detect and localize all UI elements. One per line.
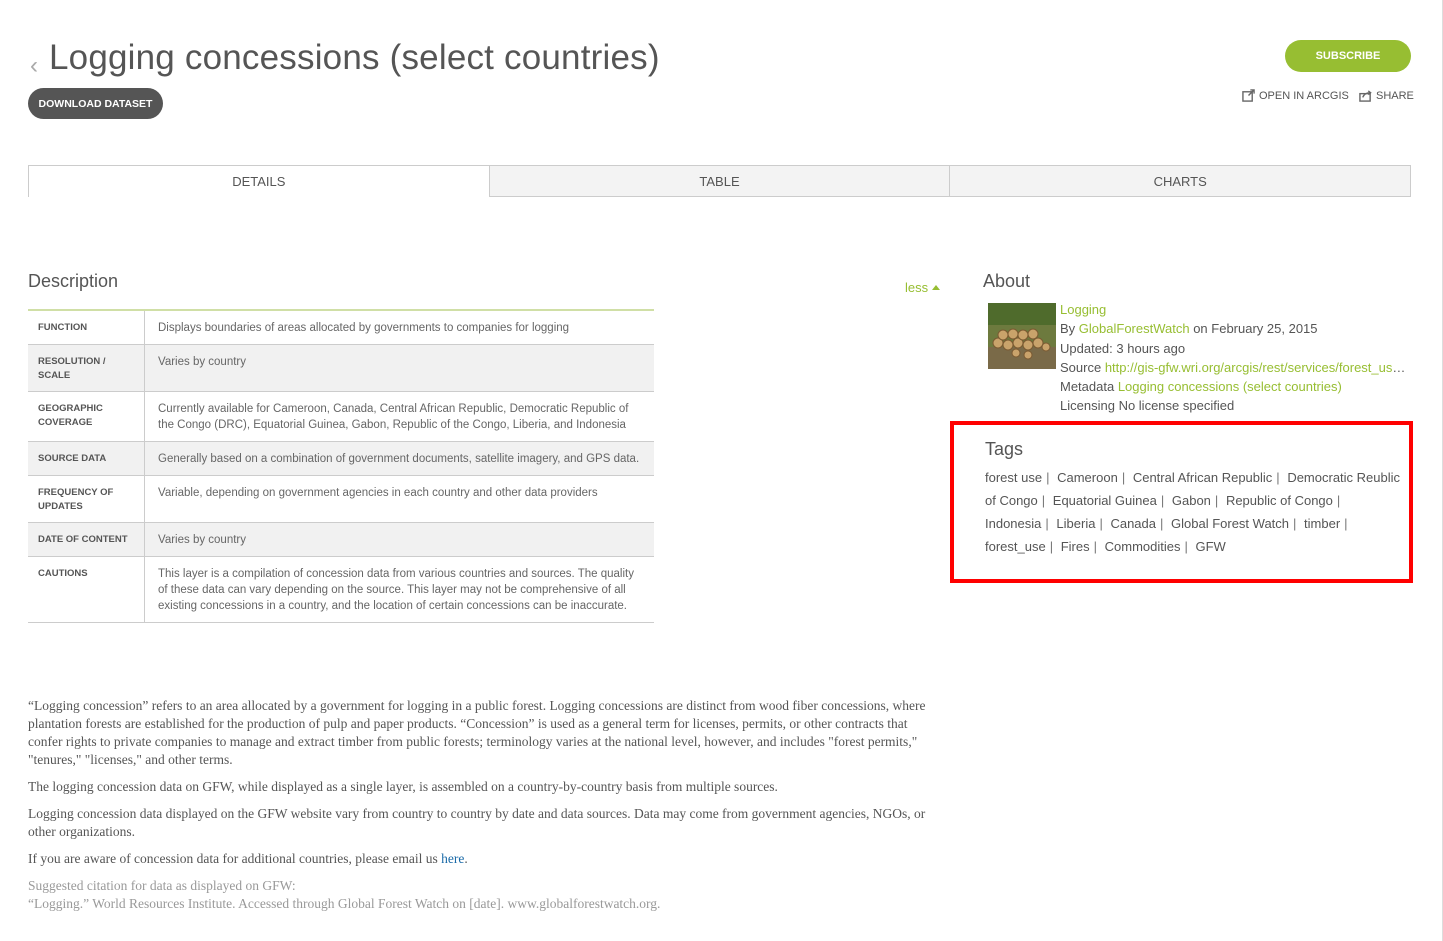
- tag-link[interactable]: Canada: [1110, 516, 1156, 531]
- open-in-arcgis-label: OPEN IN ARCGIS: [1259, 89, 1349, 102]
- tag-link[interactable]: Global Forest Watch: [1171, 516, 1289, 531]
- row-value: Varies by country: [144, 522, 654, 557]
- download-dataset-button[interactable]: DOWNLOAD DATASET: [28, 88, 163, 119]
- tab-details[interactable]: DETAILS: [28, 165, 490, 197]
- contact-paragraph: If you are aware of concession data for …: [28, 850, 933, 868]
- tag-link[interactable]: Indonesia: [985, 516, 1041, 531]
- row-value: Generally based on a combination of gove…: [144, 441, 654, 476]
- tab-bar: DETAILS TABLE CHARTS: [28, 165, 1412, 197]
- description-paragraph: Logging concession data displayed on the…: [28, 806, 926, 839]
- tag-separator: |: [1160, 516, 1164, 531]
- caret-up-icon: [931, 285, 940, 290]
- tag-separator: |: [1160, 493, 1165, 508]
- less-toggle-link[interactable]: less: [905, 280, 940, 295]
- updated-value: 3 hours ago: [1116, 340, 1186, 356]
- tag-link[interactable]: forest use: [985, 470, 1042, 485]
- row-value: Varies by country: [144, 344, 654, 392]
- tag-separator: |: [1276, 470, 1280, 485]
- share-icon: [1359, 90, 1372, 102]
- date-text: on February 25, 2015: [1193, 321, 1318, 337]
- table-row: CAUTIONS This layer is a compilation of …: [28, 556, 654, 623]
- metadata-link[interactable]: Logging concessions (select countries): [1118, 379, 1342, 394]
- tag-link[interactable]: Cameroon: [1057, 470, 1118, 485]
- tag-link[interactable]: Central African Republic: [1133, 470, 1272, 485]
- author-link[interactable]: GlobalForestWatch: [1079, 321, 1190, 336]
- tag-link[interactable]: Gabon: [1172, 493, 1211, 508]
- email-here-link[interactable]: here: [441, 851, 464, 866]
- description-table: FUNCTION Displays boundaries of areas al…: [28, 309, 654, 623]
- tag-separator: |: [1093, 539, 1097, 554]
- external-link-icon: [1242, 89, 1255, 102]
- contact-end: .: [464, 851, 468, 866]
- logs-thumbnail-image: [988, 303, 1056, 369]
- source-label: Source: [1060, 359, 1102, 375]
- row-key: FUNCTION: [28, 310, 145, 345]
- less-label: less: [905, 280, 929, 295]
- citation: Suggested citation for data as displayed…: [28, 877, 933, 913]
- row-key: GEOGRAPHIC COVERAGE: [28, 391, 145, 442]
- tag-link[interactable]: Liberia: [1056, 516, 1095, 531]
- row-key: FREQUENCY OF UPDATES: [28, 475, 145, 523]
- row-value: Displays boundaries of areas allocated b…: [144, 310, 654, 345]
- source-url-link[interactable]: http://gis-gfw.wri.org/arcgis/rest/servi…: [1105, 360, 1412, 375]
- tag-link[interactable]: Commodities: [1105, 539, 1181, 554]
- tag-separator: |: [1049, 539, 1054, 554]
- tag-link[interactable]: GFW: [1196, 539, 1226, 554]
- contact-text: If you are aware of concession data for …: [28, 851, 442, 866]
- tag-separator: |: [1293, 516, 1297, 531]
- row-key: RESOLUTION / SCALE: [28, 344, 145, 392]
- licensing-label: Licensing: [1060, 398, 1115, 414]
- back-chevron-icon[interactable]: ‹: [30, 52, 38, 80]
- tags-heading: Tags: [985, 439, 1024, 459]
- tag-link[interactable]: forest_use: [985, 539, 1046, 554]
- row-value: Currently available for Cameroon, Canada…: [144, 391, 654, 442]
- tag-separator: |: [1099, 516, 1103, 531]
- open-in-arcgis-link[interactable]: OPEN IN ARCGIS: [1242, 89, 1349, 102]
- table-row: DATE OF CONTENT Varies by country: [28, 522, 654, 557]
- row-value: This layer is a compilation of concessio…: [144, 556, 654, 623]
- table-row: RESOLUTION / SCALE Varies by country: [28, 344, 654, 392]
- updated-label: Updated:: [1060, 340, 1113, 356]
- tag-link[interactable]: timber: [1304, 516, 1340, 531]
- tag-separator: |: [1344, 516, 1348, 531]
- table-row: SOURCE DATA Generally based on a combina…: [28, 441, 654, 476]
- row-key: CAUTIONS: [28, 556, 145, 623]
- share-link[interactable]: SHARE: [1359, 89, 1414, 102]
- tag-separator: |: [1045, 516, 1049, 531]
- row-key: SOURCE DATA: [28, 441, 145, 476]
- citation-label: Suggested citation for data as displayed…: [28, 878, 296, 893]
- tag-separator: |: [1184, 539, 1188, 554]
- tab-table[interactable]: TABLE: [488, 165, 951, 197]
- tag-link[interactable]: Equatorial Guinea: [1053, 493, 1157, 508]
- tag-link[interactable]: Republic of Congo: [1226, 493, 1333, 508]
- table-row: FREQUENCY OF UPDATES Variable, depending…: [28, 475, 654, 523]
- row-key: DATE OF CONTENT: [28, 522, 145, 557]
- table-row: GEOGRAPHIC COVERAGE Currently available …: [28, 391, 654, 442]
- tag-separator: |: [1046, 470, 1050, 485]
- about-heading: About: [983, 271, 1031, 291]
- table-row: FUNCTION Displays boundaries of areas al…: [28, 310, 654, 345]
- tag-separator: |: [1041, 493, 1046, 508]
- metadata-label: Metadata: [1060, 379, 1115, 395]
- tag-link[interactable]: Fires: [1061, 539, 1090, 554]
- tags-list: forest use | Cameroon | Central African Re…: [985, 466, 1405, 558]
- citation-text: “Logging.” World Resources Institute. Ac…: [28, 896, 661, 911]
- description-heading: Description: [28, 271, 119, 291]
- tag-separator: |: [1214, 493, 1219, 508]
- licensing-value: No license specified: [1118, 398, 1235, 414]
- tag-separator: |: [1121, 470, 1126, 485]
- share-label: SHARE: [1376, 89, 1414, 102]
- item-name-link[interactable]: Logging: [1060, 302, 1106, 317]
- description-paragraph: The logging concession data on GFW, whil…: [28, 779, 778, 794]
- logging-thumbnail[interactable]: [988, 303, 1056, 369]
- by-label: By: [1060, 321, 1076, 337]
- subscribe-button[interactable]: SUBSCRIBE: [1285, 40, 1411, 72]
- tab-charts[interactable]: CHARTS: [949, 165, 1412, 197]
- row-value: Variable, depending on government agenci…: [144, 475, 654, 523]
- description-paragraph: “Logging concession” refers to an area a…: [28, 698, 926, 767]
- tag-separator: |: [1336, 493, 1341, 508]
- page-title: Logging concessions (select countries): [49, 38, 660, 77]
- about-info: Logging By GlobalForestWatch on February…: [1060, 300, 1412, 416]
